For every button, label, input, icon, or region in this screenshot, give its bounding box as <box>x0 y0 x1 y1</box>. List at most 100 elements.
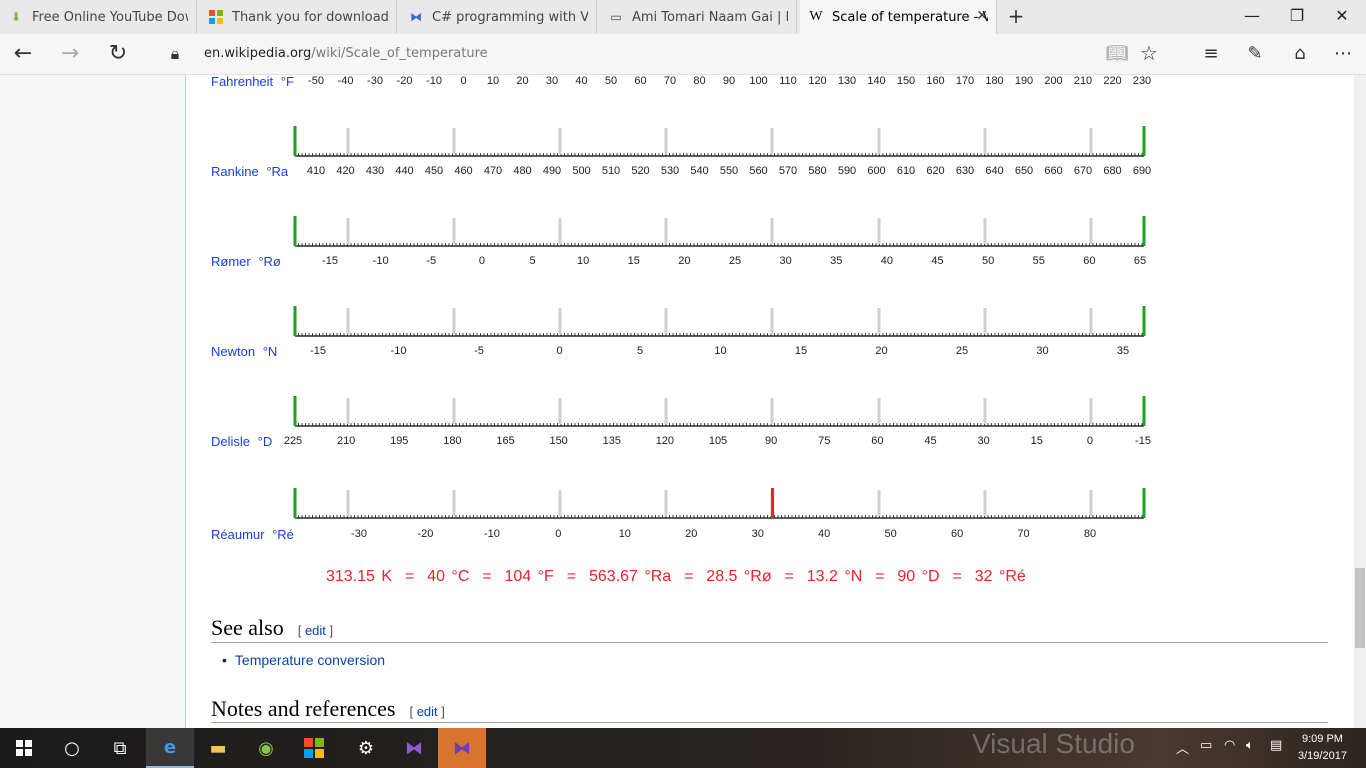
refresh-button[interactable]: ↻ <box>103 41 133 66</box>
tick-label: 165 <box>496 435 515 447</box>
visual-studio-icon[interactable]: ⧓ <box>390 728 438 768</box>
tick-label: 680 <box>1103 165 1122 177</box>
store-icon[interactable] <box>290 728 338 768</box>
tick-label: 220 <box>1103 75 1122 87</box>
tick-label: 60 <box>634 75 647 87</box>
tab-youtube-downloader[interactable]: ⬇ Free Online YouTube Down <box>0 0 197 34</box>
start-button[interactable] <box>0 728 48 768</box>
action-center-icon[interactable]: ▤ <box>1270 738 1282 753</box>
tick-label: 0 <box>478 255 485 267</box>
wikipedia-icon: W <box>809 9 823 24</box>
tick-label: 15 <box>627 255 640 267</box>
scale-name-2[interactable]: Rømer °Rø <box>211 254 281 269</box>
see-also-heading: See also[ edit ] <box>211 615 334 640</box>
favorite-star-icon[interactable]: ☆ <box>1134 41 1164 65</box>
tick-label: 150 <box>549 435 568 447</box>
tick-label: 120 <box>655 435 675 447</box>
download-icon: ⬇ <box>10 10 22 24</box>
close-window-button[interactable]: ✕ <box>1330 6 1354 25</box>
tick-label: 35 <box>1116 345 1130 357</box>
tick-label: -10 <box>390 345 407 357</box>
task-view-icon[interactable]: ⧉ <box>96 728 144 768</box>
minimize-button[interactable]: — <box>1240 6 1264 25</box>
reference-mark <box>983 218 987 244</box>
notes-heading: Notes and references[ edit ] <box>211 696 445 721</box>
tab-thank-you[interactable]: Thank you for downloading <box>200 0 397 34</box>
hub-icon[interactable]: ≡ <box>1196 43 1226 64</box>
edge-icon[interactable]: e <box>146 728 194 768</box>
bound-marker <box>293 216 297 246</box>
reference-mark <box>558 218 562 244</box>
share-icon[interactable]: ⌂ <box>1285 43 1315 64</box>
back-button[interactable]: ← <box>8 41 38 66</box>
battery-icon[interactable]: ▭ <box>1200 738 1212 753</box>
tab-song[interactable]: ▭ Ami Tomari Naam Gai | Bhul <box>600 0 797 34</box>
tick-label: 40 <box>880 255 893 267</box>
tick-label: 30 <box>779 255 792 267</box>
scale-name-3[interactable]: Newton °N <box>211 344 277 359</box>
reference-mark <box>346 128 350 154</box>
tick-label: 20 <box>678 255 691 267</box>
reference-mark <box>1089 308 1093 334</box>
cortana-icon[interactable]: ○ <box>48 728 96 768</box>
file-explorer-icon[interactable]: ▬ <box>194 728 242 768</box>
reference-mark <box>664 398 668 424</box>
tick-label: 20 <box>875 345 888 357</box>
address-field[interactable]: en.wikipedia.org/wiki/Scale_of_temperatu… <box>204 46 488 61</box>
reference-mark <box>558 128 562 154</box>
reference-mark <box>452 128 456 154</box>
restore-button[interactable]: ❐ <box>1285 6 1309 25</box>
scale-name-4[interactable]: Delisle °D <box>211 434 272 449</box>
edit-link[interactable]: edit <box>305 623 326 638</box>
tick-label: 610 <box>896 165 916 177</box>
bound-marker <box>293 126 297 156</box>
tick-label: 550 <box>719 165 739 177</box>
visual-studio-active-icon[interactable]: ⧓ <box>438 728 486 768</box>
reference-mark <box>983 490 987 516</box>
tick-label: 450 <box>424 165 444 177</box>
more-icon[interactable]: ⋯ <box>1328 43 1358 64</box>
show-hidden-icons[interactable]: ︿ <box>1176 738 1189 757</box>
web-note-icon[interactable]: ✎ <box>1240 43 1270 64</box>
lock-icon: 🔒︎ <box>170 44 180 63</box>
reference-mark <box>877 490 881 516</box>
new-tab-button[interactable]: + <box>1003 4 1029 28</box>
reference-mark <box>346 490 350 516</box>
reference-mark <box>558 398 562 424</box>
tick-label: 620 <box>926 165 945 177</box>
volume-icon[interactable]: 🔈︎ <box>1246 738 1254 753</box>
tab-csharp[interactable]: ⧓ C# programming with Visu <box>400 0 597 34</box>
scale-name-5[interactable]: Réaumur °Ré <box>211 527 294 542</box>
reference-mark <box>1089 398 1093 424</box>
scrollbar-thumb[interactable] <box>1355 568 1365 648</box>
tick-label: -30 <box>351 528 367 540</box>
tick-label: 600 <box>867 165 886 177</box>
close-tab-icon[interactable]: ✕ <box>976 8 988 24</box>
scale-name-1[interactable]: Rankine °Ra <box>211 164 288 179</box>
reading-view-icon[interactable]: 📖︎ <box>1102 43 1132 64</box>
tick-label: 70 <box>1017 528 1030 540</box>
reference-mark <box>664 308 668 334</box>
tick-label: -40 <box>337 75 354 87</box>
clock[interactable]: 9:09 PM 3/19/2017 <box>1298 731 1347 765</box>
reference-mark <box>452 218 456 244</box>
tick-label: 0 <box>556 345 563 357</box>
android-studio-icon[interactable]: ◉ <box>242 728 290 768</box>
scrollbar[interactable] <box>1354 75 1366 728</box>
settings-gear-icon[interactable]: ⚙ <box>342 728 390 768</box>
edit-link[interactable]: edit <box>417 704 438 719</box>
bound-marker <box>1142 306 1146 336</box>
forward-button[interactable]: → <box>55 41 85 66</box>
tab-scale-of-temperature[interactable]: W Scale of temperature - V ✕ <box>800 0 997 34</box>
tick-label: 80 <box>1083 528 1097 540</box>
reference-mark <box>664 490 668 516</box>
reference-mark <box>770 398 774 424</box>
temperature-conversion-link[interactable]: Temperature conversion <box>235 652 385 668</box>
reference-mark <box>877 398 881 424</box>
scale-name-0[interactable]: Fahrenheit °F <box>211 75 294 89</box>
visual-studio-icon: ⧓ <box>410 10 422 24</box>
tick-label: -5 <box>426 255 437 267</box>
reference-mark <box>877 308 881 334</box>
wifi-icon[interactable]: ◠ <box>1224 738 1235 753</box>
tick-label: 200 <box>1044 75 1063 87</box>
